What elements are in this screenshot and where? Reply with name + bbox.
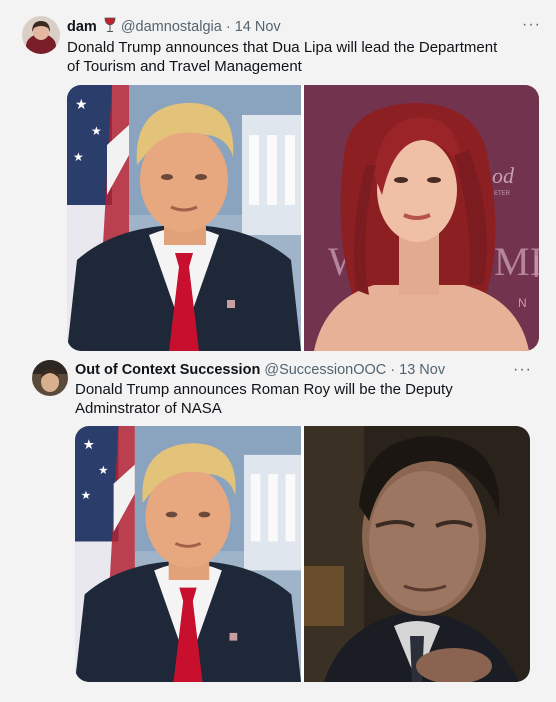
tweet-media[interactable]: ★ ★ ★ xyxy=(75,426,530,682)
backdrop-text-2: ETER xyxy=(494,191,511,197)
wine-glass-icon xyxy=(103,17,117,33)
timestamp[interactable]: · 14 Nov xyxy=(226,19,281,35)
backdrop-text-5: I xyxy=(532,251,539,284)
dua-lipa-image[interactable]: od ETER W MI I N xyxy=(304,85,539,351)
timestamp[interactable]: · 13 Nov xyxy=(390,362,445,378)
avatar[interactable] xyxy=(32,360,68,396)
tweet-text: Donald Trump announces Roman Roy will be… xyxy=(75,381,453,417)
avatar[interactable] xyxy=(22,16,60,54)
svg-text:★: ★ xyxy=(91,124,102,138)
tweet-media[interactable]: ★ ★ ★ xyxy=(67,85,539,351)
trump-portrait-image[interactable]: ★ ★ ★ xyxy=(67,85,301,351)
backdrop-text-1: od xyxy=(492,163,515,188)
backdrop-text-6: N xyxy=(518,296,527,310)
svg-text:★: ★ xyxy=(83,437,95,452)
trump-portrait-image[interactable]: ★ ★ ★ xyxy=(75,426,301,682)
display-name[interactable]: Out of Context Succession xyxy=(75,362,260,378)
tweet-header: Out of Context Succession @SuccessionOOC… xyxy=(75,361,445,379)
svg-text:★: ★ xyxy=(73,150,84,164)
more-options-icon[interactable]: ··· xyxy=(522,17,541,33)
svg-text:★: ★ xyxy=(98,465,108,477)
tweet-text: Donald Trump announces that Dua Lipa wil… xyxy=(67,39,498,75)
tweet-2[interactable]: Out of Context Succession @SuccessionOOC… xyxy=(0,360,556,702)
handle[interactable]: @damnostalgia xyxy=(121,19,222,35)
display-name[interactable]: dam xyxy=(67,19,97,35)
handle[interactable]: @SuccessionOOC xyxy=(264,362,386,378)
roman-roy-image[interactable] xyxy=(304,426,530,682)
tweet-1[interactable]: dam @damnostalgia · 14 Nov ··· Donald Tru… xyxy=(0,0,556,360)
tweet-header: dam @damnostalgia · 14 Nov xyxy=(67,17,281,36)
more-options-icon[interactable]: ··· xyxy=(513,362,532,378)
svg-text:★: ★ xyxy=(75,96,88,112)
svg-text:★: ★ xyxy=(81,490,91,502)
